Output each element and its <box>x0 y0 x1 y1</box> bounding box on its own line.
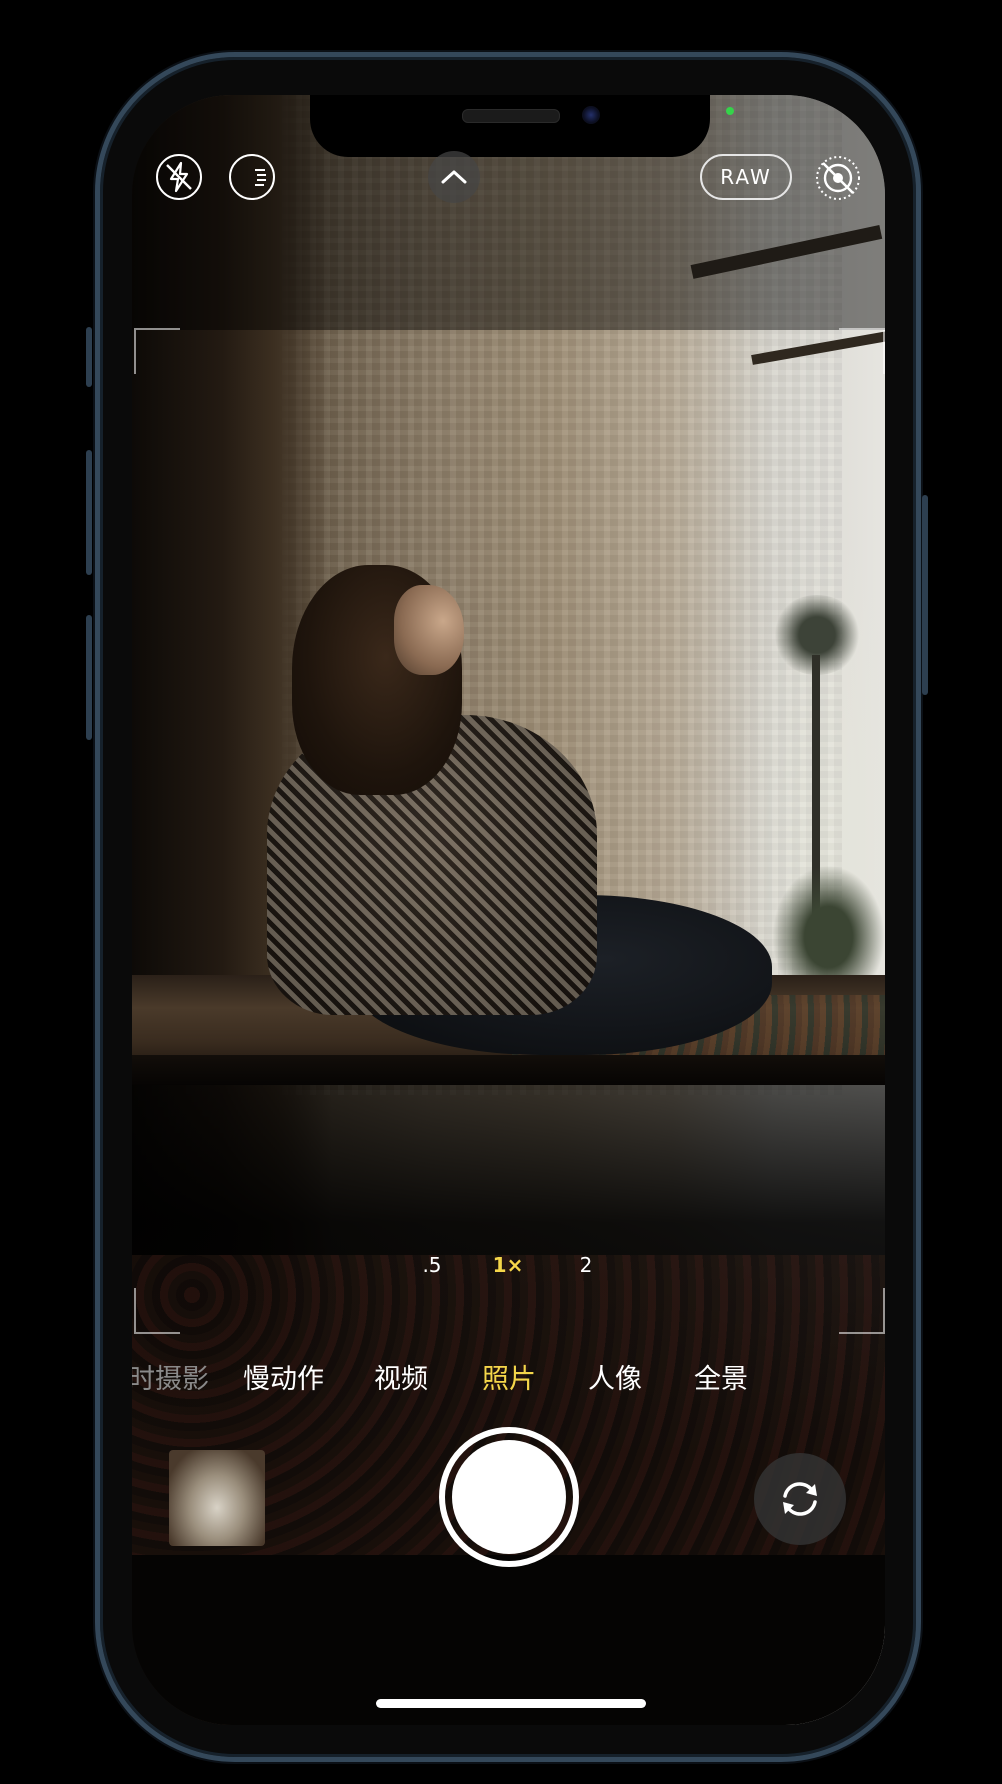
zoom-1x-button[interactable]: 1× <box>478 1253 538 1277</box>
night-mode-icon[interactable] <box>229 154 275 200</box>
frame-corner-bottom-right <box>839 1288 885 1334</box>
switch-camera-icon[interactable] <box>754 1453 846 1545</box>
notch <box>310 95 710 157</box>
frame-corner-bottom-left <box>134 1288 180 1334</box>
side-button-volume-down <box>86 615 92 740</box>
side-button-mute <box>86 327 92 387</box>
frame-corner-top-right <box>839 328 885 374</box>
camera-mode-selector: 时摄影 慢动作 视频 照片 人像 全景 <box>132 1357 885 1397</box>
camera-in-use-indicator <box>726 107 734 115</box>
home-indicator[interactable] <box>376 1699 646 1708</box>
mode-timelapse[interactable]: 时摄影 <box>132 1357 209 1396</box>
frame-corner-top-left <box>134 328 180 374</box>
zoom-2x-button[interactable]: 2 <box>556 1253 616 1277</box>
person-face <box>394 585 464 675</box>
live-photo-off-icon[interactable] <box>814 154 862 202</box>
flash-off-icon[interactable] <box>156 154 202 200</box>
raw-toggle-button[interactable]: RAW <box>700 154 792 200</box>
zoom-0-5-button[interactable]: .5 <box>402 1253 462 1277</box>
mode-slow-motion[interactable]: 慢动作 <box>243 1357 324 1396</box>
mode-photo[interactable]: 照片 <box>482 1357 536 1396</box>
shutter-button-inner <box>452 1440 566 1554</box>
front-camera <box>582 106 600 124</box>
side-button-power <box>922 495 928 695</box>
last-photo-thumbnail[interactable] <box>169 1450 265 1546</box>
trees <box>772 865 885 985</box>
mode-portrait[interactable]: 人像 <box>588 1357 642 1396</box>
mode-panorama[interactable]: 全景 <box>694 1357 748 1396</box>
chevron-up-icon[interactable] <box>428 151 480 203</box>
shutter-button[interactable] <box>439 1427 579 1567</box>
screen: RAW .5 1× 2 时摄影 慢动作 视频 照片 人像 全景 <box>132 95 885 1725</box>
side-button-volume-up <box>86 450 92 575</box>
earpiece-speaker <box>462 109 560 123</box>
mode-video[interactable]: 视频 <box>374 1357 428 1396</box>
